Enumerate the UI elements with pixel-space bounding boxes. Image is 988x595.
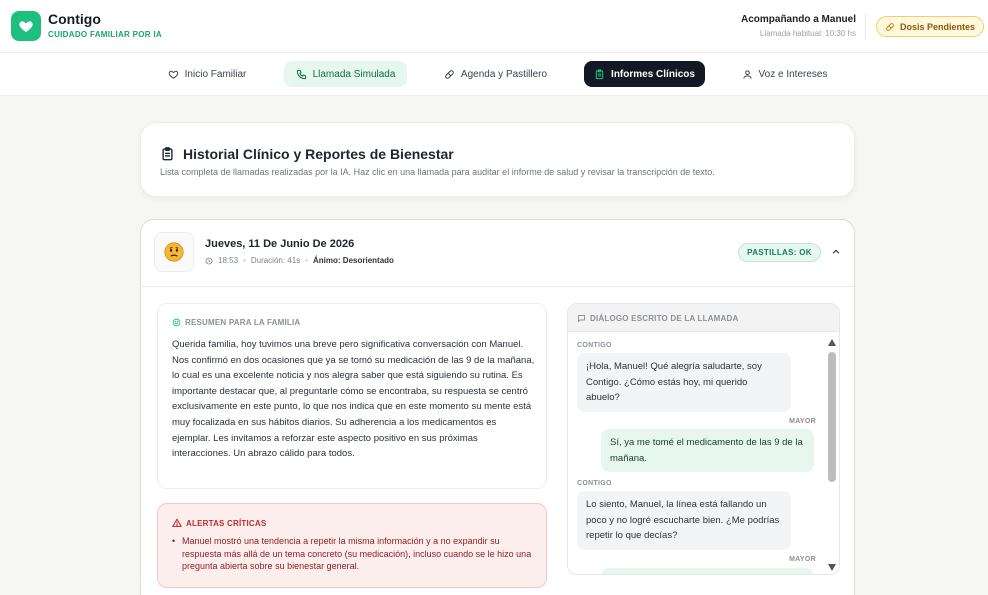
pills-status-badge: PASTILLAS: OK	[738, 243, 821, 262]
brand-name: Contigo	[48, 11, 101, 27]
confused-face-icon	[164, 242, 184, 262]
phone-icon	[296, 69, 306, 79]
clipboard-icon	[595, 68, 604, 79]
tab-label: Agenda y Pastillero	[460, 68, 548, 80]
summary-text: Querida familia, hoy tuvimos una breve p…	[172, 339, 535, 460]
message-bubble-mayor	[601, 568, 814, 574]
message-bubble-contigo: ¡Hola, Manuel! Qué alegría saludarte, so…	[577, 353, 791, 412]
transcript-header: DIÁLOGO ESCRITO DE LA LLAMADA	[568, 304, 839, 332]
scrollbar-thumb[interactable]	[828, 352, 836, 482]
pill-icon	[886, 22, 894, 31]
main-nav: Inicio Familiar Llamada Simulada Agenda …	[0, 53, 988, 96]
call-time: Llamada habitual: 10:30 hs	[759, 29, 856, 38]
speaker-label: MAYOR	[789, 556, 816, 563]
call-report-card: Jueves, 11 De Junio De 2026 18:53 • Dura…	[140, 219, 855, 595]
tab-informes-clinicos[interactable]: Informes Clínicos	[584, 61, 705, 87]
meta-separator: •	[305, 256, 309, 265]
critical-alerts-panel: ALERTAS CRÍTICAS Manuel mostró una tende…	[157, 503, 547, 588]
history-header-card: Historial Clínico y Reportes de Bienesta…	[140, 122, 855, 197]
tab-label: Voz e Intereses	[758, 68, 828, 80]
call-date: Jueves, 11 De Junio De 2026	[205, 238, 355, 250]
chevron-up-icon[interactable]	[831, 247, 841, 257]
tab-label: Informes Clínicos	[611, 68, 695, 80]
pill-icon	[445, 69, 454, 79]
transcript-scrollbar[interactable]	[827, 336, 837, 572]
tab-agenda-pastillero[interactable]: Agenda y Pastillero	[434, 61, 557, 87]
warning-icon	[172, 518, 182, 527]
clipboard-icon	[162, 147, 173, 161]
speaker-label: CONTIGO	[577, 342, 612, 349]
transcript-label-text: DIÁLOGO ESCRITO DE LA LLAMADA	[590, 314, 739, 323]
header-divider	[865, 14, 866, 39]
pending-doses-button[interactable]: Dosis Pendientes	[876, 16, 984, 37]
tab-label: Inicio Familiar	[184, 68, 247, 80]
companion-info: Acompañando a Manuel Llamada habitual: 1…	[741, 14, 856, 38]
meta-separator: •	[243, 256, 246, 265]
alert-item: Manuel mostró una tendencia a repetir la…	[172, 535, 538, 573]
page-title: Historial Clínico y Reportes de Bienesta…	[183, 146, 454, 162]
scroll-down-icon	[828, 564, 836, 571]
call-mood: Ánimo: Desorientado	[313, 256, 394, 265]
call-transcript-panel: DIÁLOGO ESCRITO DE LA LLAMADA CONTIGO ¡H…	[567, 303, 840, 575]
call-duration: Duración: 41s	[250, 256, 301, 265]
speaker-label: CONTIGO	[577, 480, 612, 487]
clock-icon	[205, 257, 213, 264]
speaker-label: MAYOR	[789, 418, 816, 425]
mood-avatar	[154, 232, 194, 272]
heart-outline-icon	[168, 70, 178, 79]
message-bubble-contigo: Lo siento, Manuel, la línea está falland…	[577, 491, 791, 550]
call-meta: 18:53 • Duración: 41s • Ánimo: Desorient…	[205, 256, 394, 265]
app-header: Contigo CUIDADO FAMILIAR POR IA Acompaña…	[0, 0, 988, 53]
tab-voz-intereses[interactable]: Voz e Intereses	[733, 61, 836, 87]
tab-label: Llamada Simulada	[312, 68, 396, 80]
transcript-label: DIÁLOGO ESCRITO DE LA LLAMADA	[577, 314, 738, 323]
brand-logo[interactable]	[11, 11, 41, 41]
alerts-label: ALERTAS CRÍTICAS	[172, 518, 266, 528]
summary-label-text: RESUMEN PARA LA FAMILIA	[185, 318, 301, 327]
tab-llamada-simulada[interactable]: Llamada Simulada	[284, 61, 407, 87]
user-icon	[742, 69, 752, 79]
brand-tagline: CUIDADO FAMILIAR POR IA	[48, 30, 163, 39]
tab-inicio-familiar[interactable]: Inicio Familiar	[158, 61, 256, 87]
summary-label: RESUMEN PARA LA FAMILIA	[172, 318, 300, 327]
call-time-value: 18:53	[218, 256, 239, 265]
heart-icon	[19, 21, 33, 32]
card-divider	[141, 286, 854, 287]
companion-name: Acompañando a Manuel	[740, 14, 856, 25]
family-summary-panel: RESUMEN PARA LA FAMILIA Querida familia,…	[157, 303, 547, 489]
smile-icon	[172, 318, 181, 327]
chat-icon	[578, 315, 585, 323]
alerts-label-text: ALERTAS CRÍTICAS	[186, 518, 267, 528]
transcript-body[interactable]: CONTIGO ¡Hola, Manuel! Qué alegría salud…	[568, 332, 839, 574]
scroll-up-icon	[828, 339, 836, 346]
message-bubble-mayor: Sí, ya me tomé el medicamento de las 9 d…	[601, 429, 814, 473]
pending-doses-label: Dosis Pendientes	[899, 21, 976, 32]
page-subtitle: Lista completa de llamadas realizadas po…	[160, 167, 715, 177]
